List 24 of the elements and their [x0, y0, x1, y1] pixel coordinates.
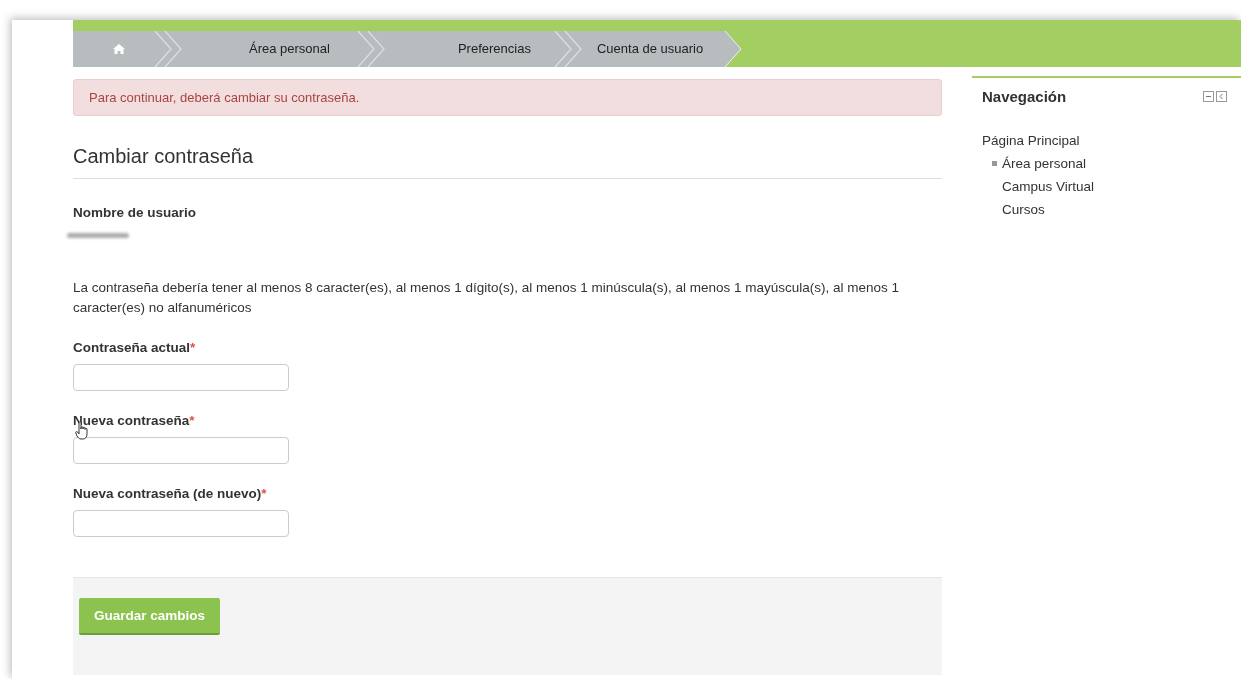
- field-label: Nueva contraseña (de nuevo)*: [73, 486, 267, 501]
- block-title: Navegación: [982, 88, 1067, 105]
- password-field[interactable]: [73, 437, 289, 464]
- password-field[interactable]: [73, 364, 289, 391]
- home-icon: [113, 44, 125, 54]
- form-title: Cambiar contraseña: [73, 145, 255, 168]
- field-label: Nueva contraseña*: [73, 413, 195, 428]
- field-label: Nombre de usuario: [73, 205, 197, 220]
- nav-link[interactable]: Área personal: [1002, 156, 1087, 171]
- breadcrumb-link[interactable]: Cuenta de usuario: [596, 31, 704, 67]
- collapse-icon[interactable]: [1203, 91, 1214, 102]
- field-label: Contraseña actual*: [73, 340, 196, 355]
- required-mark: *: [190, 340, 196, 355]
- breadcrumb-link[interactable]: Preferencias: [399, 31, 531, 67]
- alert-message: Para continuar, deberá cambiar su contraseña.: [73, 79, 942, 116]
- required-mark: *: [189, 413, 195, 428]
- dock-icon[interactable]: [1216, 91, 1227, 102]
- required-mark: *: [261, 486, 267, 501]
- nav-link[interactable]: Cursos: [1002, 202, 1045, 217]
- nav-link[interactable]: Campus Virtual: [1002, 179, 1095, 194]
- nav-link[interactable]: Página Principal: [982, 133, 1080, 148]
- breadcrumb-link[interactable]: Área personal: [197, 31, 330, 67]
- password-field[interactable]: [73, 510, 289, 537]
- password-policy-text: La contraseña debería tener al menos 8 caracter(es), al menos 1 dígito(s), al menos 1 minúscula(s), al menos 1 mayúscula(s), al menos 1 caracter(es) no alfanuméricos: [73, 279, 901, 317]
